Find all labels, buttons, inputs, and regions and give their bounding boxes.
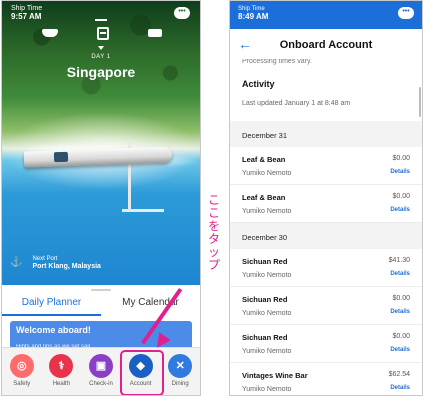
guest-name: Yumiko Nemoto: [242, 208, 292, 215]
nav-safety[interactable]: ◎ Safety: [5, 354, 39, 395]
next-port-label: Next Port: [32, 256, 58, 262]
ship-time: Ship Time 9:57 AM: [11, 5, 42, 21]
amount: $0.00: [392, 333, 410, 340]
highlight-box: [119, 350, 164, 395]
processing-note: Processing times vary.: [242, 59, 312, 65]
speech-bubble-icon[interactable]: •••: [398, 7, 414, 19]
scrollbar[interactable]: [419, 87, 421, 117]
nav-check-in-label: Check-in: [89, 381, 113, 387]
anchor-icon: ⚓: [10, 257, 23, 268]
guest-name: Yumiko Nemoto: [242, 310, 292, 317]
merchant-name: Leaf & Bean: [242, 193, 286, 202]
stateroom-icon[interactable]: [148, 29, 162, 37]
account-list[interactable]: Processing times vary. Activity Last upd…: [230, 59, 422, 395]
ship-time-value: 9:57 AM: [11, 12, 42, 21]
amount: $0.00: [392, 295, 410, 302]
merchant-name: Sichuan Red: [242, 295, 288, 304]
details-link[interactable]: Details: [390, 309, 410, 315]
nav-health[interactable]: ⚕ Health: [44, 354, 78, 395]
amount: $0.00: [392, 193, 410, 200]
left-phone-screen: Ship Time 9:57 AM ••• DAY 1 Singapore ⚓ …: [1, 0, 201, 396]
top-icon-row: [42, 23, 162, 43]
utensils-icon: ✕: [168, 354, 193, 378]
merchant-name: Leaf & Bean: [242, 155, 286, 164]
guest-name: Yumiko Nemoto: [242, 272, 292, 279]
ship-icon[interactable]: [42, 29, 58, 37]
details-link[interactable]: Details: [390, 347, 410, 353]
details-link[interactable]: Details: [390, 385, 410, 391]
ship-time-value: 8:49 AM: [238, 12, 269, 21]
sheet-handle[interactable]: [91, 289, 111, 291]
transaction-row: Sichuan Red Yumiko Nemoto $41.30 Details: [230, 249, 422, 287]
passport-icon: ▣: [88, 354, 113, 378]
transaction-row: Sichuan Red Yumiko Nemoto $0.00 Details: [230, 325, 422, 363]
ship-time-label: Ship Time: [11, 5, 43, 12]
day-label: DAY 1: [91, 54, 111, 60]
speech-bubble-icon[interactable]: •••: [174, 7, 190, 19]
calendar-bar: [95, 19, 107, 21]
transaction-row: Leaf & Bean Yumiko Nemoto $0.00 Details: [230, 185, 422, 223]
ship-time: Ship Time 8:49 AM: [238, 5, 268, 21]
next-port[interactable]: ⚓ Next Port Port Klang, Malaysia: [10, 255, 101, 271]
next-port-name: Port Klang, Malaysia: [32, 263, 101, 270]
nav-check-in[interactable]: ▣ Check-in: [84, 354, 118, 395]
activity-section: Activity Last updated January 1 at 8:48 …: [230, 69, 422, 121]
status-bar: Ship Time 8:49 AM •••: [230, 1, 422, 29]
right-phone-screen: Ship Time 8:49 AM ••• ← Onboard Account …: [229, 0, 423, 396]
caduceus-icon: ⚕: [49, 354, 74, 378]
activity-heading: Activity: [242, 79, 275, 89]
lifebuoy-icon: ◎: [9, 354, 34, 378]
details-link[interactable]: Details: [390, 169, 410, 175]
amount: $62.54: [388, 371, 410, 378]
nav-dining-label: Dining: [171, 381, 189, 387]
nav-dining[interactable]: ✕ Dining: [163, 354, 197, 395]
transaction-row: Vintages Wine Bar Yumiko Nemoto $62.54 D…: [230, 363, 422, 395]
tap-here-annotation: ここをタップ: [207, 193, 220, 272]
date-header: December 31: [230, 121, 422, 147]
details-link[interactable]: Details: [390, 271, 410, 277]
chevron-down-icon: [98, 46, 104, 50]
transaction-row: Sichuan Red Yumiko Nemoto $0.00 Details: [230, 287, 422, 325]
date-header: December 30: [230, 223, 422, 249]
page-title: Onboard Account: [279, 39, 373, 51]
merchant-name: Vintages Wine Bar: [242, 371, 308, 380]
merchant-name: Sichuan Red: [242, 257, 288, 266]
amount: $0.00: [392, 155, 410, 162]
hero-map: Ship Time 9:57 AM ••• DAY 1 Singapore ⚓ …: [2, 1, 200, 285]
tab-my-calendar[interactable]: My Calendar: [101, 297, 200, 316]
nav-health-label: Health: [52, 381, 71, 387]
nav-safety-label: Safety: [13, 381, 31, 387]
account-header: Ship Time 8:49 AM ••• ← Onboard Account: [230, 1, 422, 59]
tab-daily-planner[interactable]: Daily Planner: [2, 297, 101, 316]
bottom-nav: ◎ Safety ⚕ Health ▣ Check-in ◆ Account ✕…: [2, 347, 200, 395]
guest-name: Yumiko Nemoto: [242, 386, 292, 393]
last-updated: Last updated January 1 at 8:48 am: [242, 100, 351, 107]
nav-account[interactable]: ◆ Account: [119, 350, 164, 395]
ship-funnel: [53, 151, 69, 163]
calendar-icon[interactable]: [97, 26, 109, 40]
pier-end: [122, 209, 164, 212]
amount: $41.30: [388, 257, 410, 264]
guest-name: Yumiko Nemoto: [242, 348, 292, 355]
merchant-name: Sichuan Red: [242, 333, 288, 342]
guest-name: Yumiko Nemoto: [242, 170, 292, 177]
transaction-row: Leaf & Bean Yumiko Nemoto $0.00 Details: [230, 147, 422, 185]
details-link[interactable]: Details: [390, 207, 410, 213]
port-city: Singapore: [66, 64, 136, 80]
